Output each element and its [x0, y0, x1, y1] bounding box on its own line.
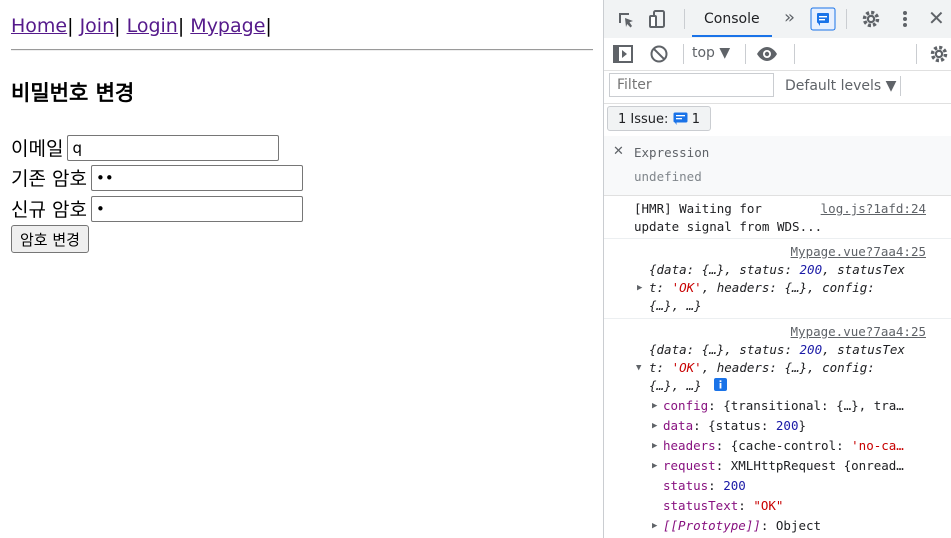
issue-message-icon	[673, 112, 688, 125]
old-password-row: 기존 암호	[11, 164, 303, 191]
property-headers[interactable]: headers: {cache-control: 'no-ca…	[663, 438, 904, 453]
device-toolbar-icon[interactable]	[648, 9, 668, 29]
top-nav: Home| Join| Login| Mypage|	[11, 15, 272, 37]
clear-console-icon[interactable]	[649, 44, 669, 64]
object-summary-line: {…}, …}	[649, 298, 702, 313]
issues-button[interactable]: 1 Issue: 1	[607, 106, 711, 131]
email-input[interactable]	[67, 134, 280, 161]
toolbar-divider	[794, 44, 795, 64]
object-summary-line[interactable]: t: 'OK', headers: {…}, config:	[649, 280, 875, 295]
console-toolbar: top ▼	[604, 38, 951, 71]
sidebar-toggle-icon[interactable]	[613, 45, 633, 63]
console-settings-gear-icon[interactable]	[929, 44, 949, 64]
issues-bar: 1 Issue: 1	[604, 103, 951, 137]
remove-expression-close-icon[interactable]: ✕	[613, 145, 624, 158]
nav-mypage-link[interactable]: Mypage	[190, 15, 265, 37]
expand-triangle-icon[interactable]: ▶	[652, 461, 657, 471]
property-prototype[interactable]: [[Prototype]]: Object	[663, 518, 821, 533]
old-password-label: 기존 암호	[11, 168, 87, 190]
dropdown-arrow-icon: ▼	[719, 45, 731, 61]
new-password-row: 신규 암호	[11, 195, 303, 222]
live-expression-eye-icon[interactable]	[756, 46, 778, 62]
console-message: Mypage.vue?7aa4:25 {data: {…}, status: 2…	[604, 238, 951, 319]
property-statustext: statusText: "OK"	[663, 498, 784, 513]
toolbar-divider	[916, 44, 917, 64]
filter-input[interactable]	[609, 73, 774, 97]
nav-separator: |	[67, 15, 74, 37]
issues-count: 1	[691, 112, 700, 127]
object-summary-line[interactable]: t: 'OK', headers: {…}, config:	[649, 360, 875, 375]
tab-divider	[846, 9, 847, 29]
close-devtools-icon[interactable]: ✕	[928, 8, 945, 28]
email-row: 이메일	[11, 134, 280, 161]
live-expression: ✕ Expression undefined	[604, 136, 951, 196]
email-label: 이메일	[11, 138, 64, 160]
messages-badge-icon[interactable]	[810, 7, 836, 31]
old-password-input[interactable]	[90, 164, 303, 191]
property-config[interactable]: config: {transitional: {…}, tra…	[663, 398, 904, 413]
nav-home-link[interactable]: Home	[11, 15, 67, 37]
log-levels-dropdown[interactable]: Default levels ▼	[785, 78, 896, 94]
nav-login-link[interactable]: Login	[127, 15, 178, 37]
tab-console[interactable]: Console	[692, 0, 772, 37]
expression-title[interactable]: Expression	[634, 145, 709, 160]
nav-separator: |	[177, 15, 185, 37]
filter-divider	[900, 76, 901, 96]
devtools-tab-bar: Console » ✕	[604, 0, 951, 39]
expand-triangle-icon[interactable]: ▶	[652, 521, 657, 531]
property-data[interactable]: data: {status: 200}	[663, 418, 806, 433]
message-text: update signal from WDS...	[634, 219, 823, 234]
levels-label: Default levels	[785, 78, 882, 94]
new-password-input[interactable]	[90, 195, 303, 222]
change-password-button[interactable]: 암호 변경	[11, 225, 89, 253]
toolbar-divider	[683, 44, 684, 64]
issues-label: 1 Issue:	[618, 112, 669, 127]
message-text: [HMR] Waiting for	[634, 201, 762, 216]
message-source-link[interactable]: log.js?1afd:24	[821, 201, 926, 216]
expand-triangle-icon[interactable]: ▶	[652, 441, 657, 451]
context-selector[interactable]: top ▼	[692, 45, 730, 61]
inspect-element-icon[interactable]	[616, 10, 636, 30]
nav-separator: |	[114, 15, 121, 37]
expand-triangle-icon[interactable]: ▶	[637, 283, 642, 293]
divider	[11, 49, 593, 51]
collapse-triangle-icon[interactable]: ▼	[636, 363, 641, 373]
dropdown-arrow-icon: ▼	[885, 78, 897, 94]
tab-divider	[684, 9, 685, 29]
devtools-panel: Console » ✕ top ▼ Default levels ▼ 1 Iss…	[603, 0, 951, 538]
property-request[interactable]: request: XMLHttpRequest {onread…	[663, 458, 904, 473]
context-value: top	[692, 45, 715, 61]
message-source-link[interactable]: Mypage.vue?7aa4:25	[791, 244, 926, 259]
toolbar-divider	[745, 44, 746, 64]
nav-join-link[interactable]: Join	[80, 15, 115, 37]
console-message: [HMR] Waiting for log.js?1afd:24 update …	[604, 195, 951, 239]
message-source-link[interactable]: Mypage.vue?7aa4:25	[791, 324, 926, 339]
property-status: status: 200	[663, 478, 746, 493]
expand-triangle-icon[interactable]: ▶	[652, 401, 657, 411]
info-icon[interactable]	[714, 378, 727, 391]
expression-value: undefined	[634, 169, 702, 184]
expand-triangle-icon[interactable]: ▶	[652, 421, 657, 431]
settings-gear-icon[interactable]	[861, 9, 881, 29]
console-message-expanded: Mypage.vue?7aa4:25 {data: {…}, status: 2…	[604, 318, 951, 538]
object-summary-line: {data: {…}, status: 200, statusTex	[649, 262, 905, 277]
object-summary-line: {data: {…}, status: 200, statusTex	[649, 342, 905, 357]
more-tabs-chevron-icon[interactable]: »	[784, 9, 795, 27]
web-page: Home| Join| Login| Mypage| 비밀번호 변경 이메일 기…	[0, 0, 603, 538]
more-options-icon[interactable]	[901, 9, 909, 29]
nav-separator: |	[265, 15, 272, 37]
page-title: 비밀번호 변경	[11, 81, 135, 105]
filter-bar: Default levels ▼	[604, 70, 951, 104]
new-password-label: 신규 암호	[11, 199, 87, 221]
object-summary-line: {…}, …}	[649, 378, 702, 393]
